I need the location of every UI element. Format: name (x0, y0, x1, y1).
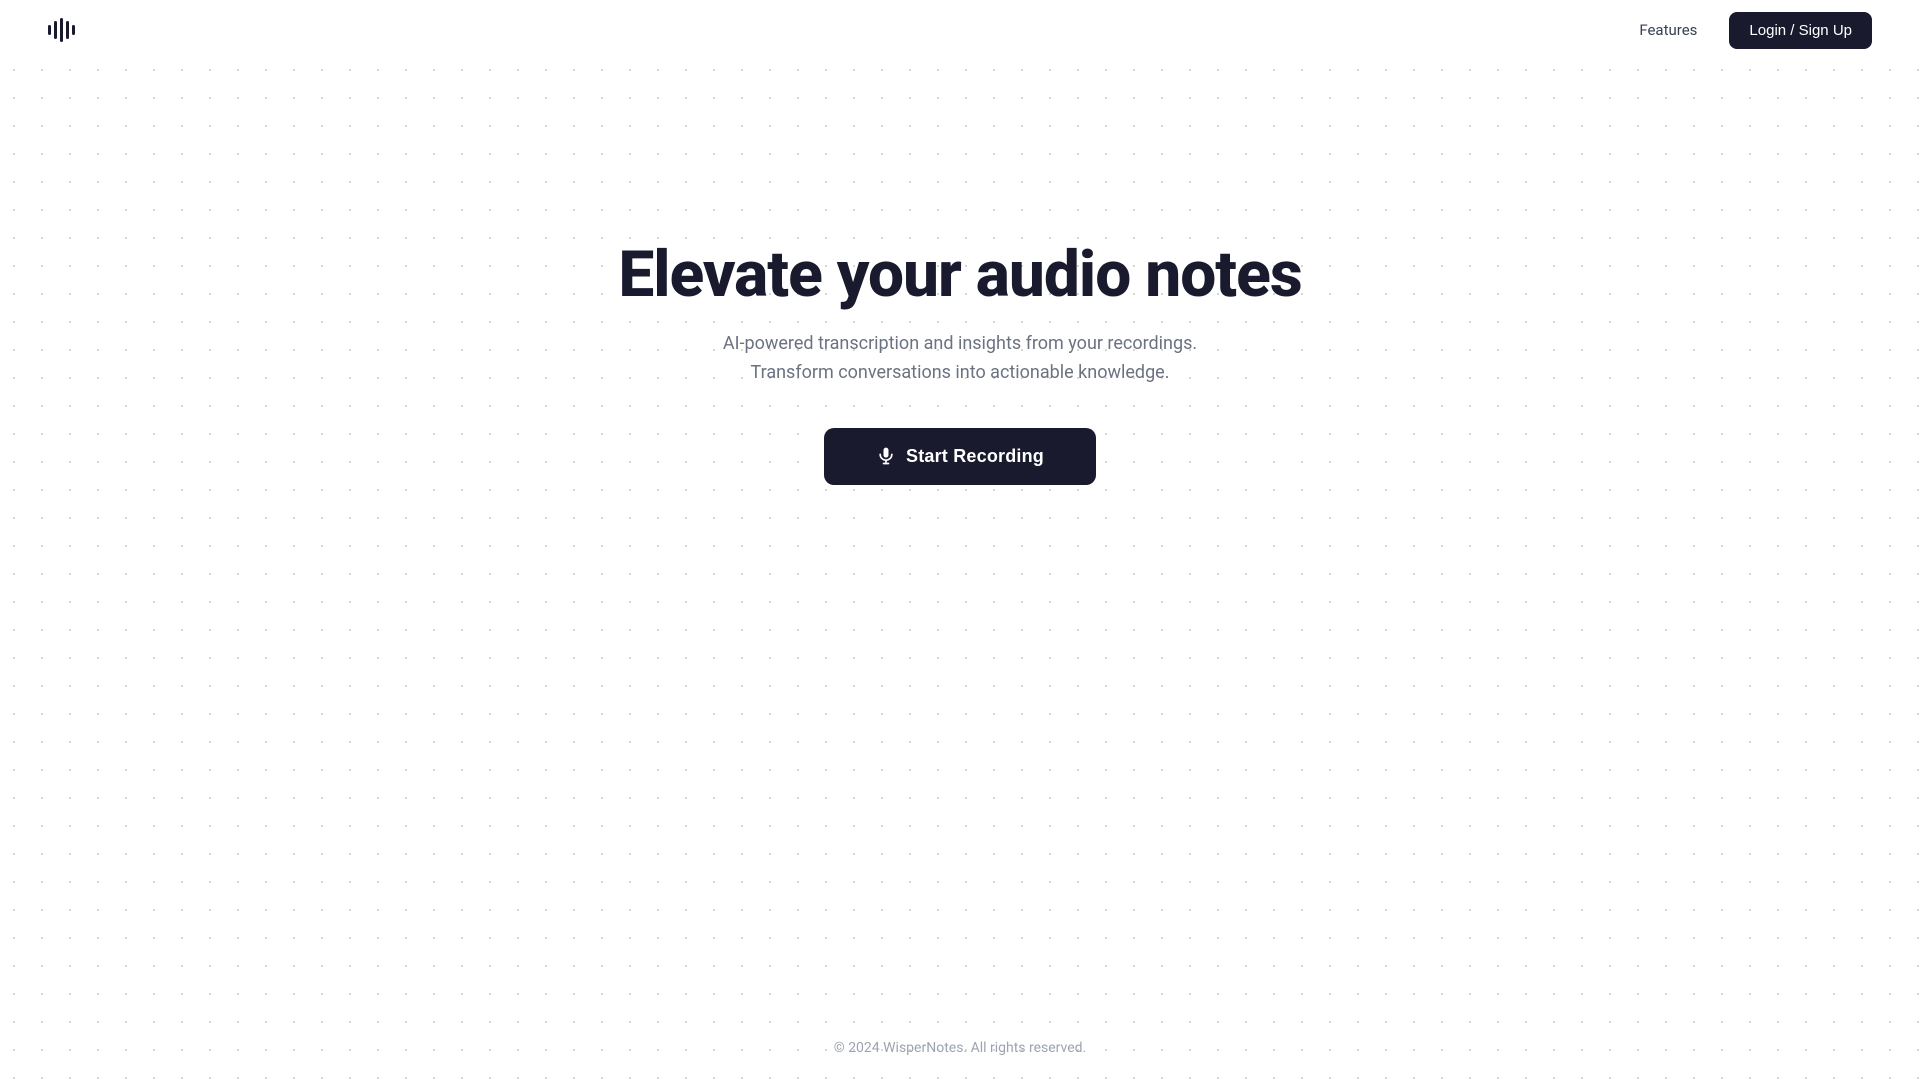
dot-grid-background (0, 0, 1920, 1080)
login-signup-button[interactable]: Login / Sign Up (1729, 12, 1872, 49)
hero-section: Elevate your audio notes AI-powered tran… (0, 240, 1920, 485)
navbar: Features Login / Sign Up (0, 0, 1920, 60)
hero-subtitle: AI-powered transcription and insights fr… (723, 330, 1197, 388)
copyright-text: © 2024 WisperNotes. All rights reserved. (834, 1040, 1087, 1056)
start-recording-button[interactable]: Start Recording (824, 428, 1096, 485)
logo (48, 16, 75, 44)
navbar-right: Features Login / Sign Up (1639, 12, 1872, 49)
hero-title: Elevate your audio notes (618, 240, 1301, 310)
start-recording-label: Start Recording (906, 446, 1044, 467)
hero-subtitle-line2: Transform conversations into actionable … (751, 362, 1170, 383)
footer: © 2024 WisperNotes. All rights reserved. (0, 1040, 1920, 1056)
audio-waveform-icon (48, 16, 75, 44)
hero-subtitle-line1: AI-powered transcription and insights fr… (723, 333, 1197, 354)
features-nav-link[interactable]: Features (1639, 21, 1697, 39)
microphone-icon (876, 446, 896, 466)
